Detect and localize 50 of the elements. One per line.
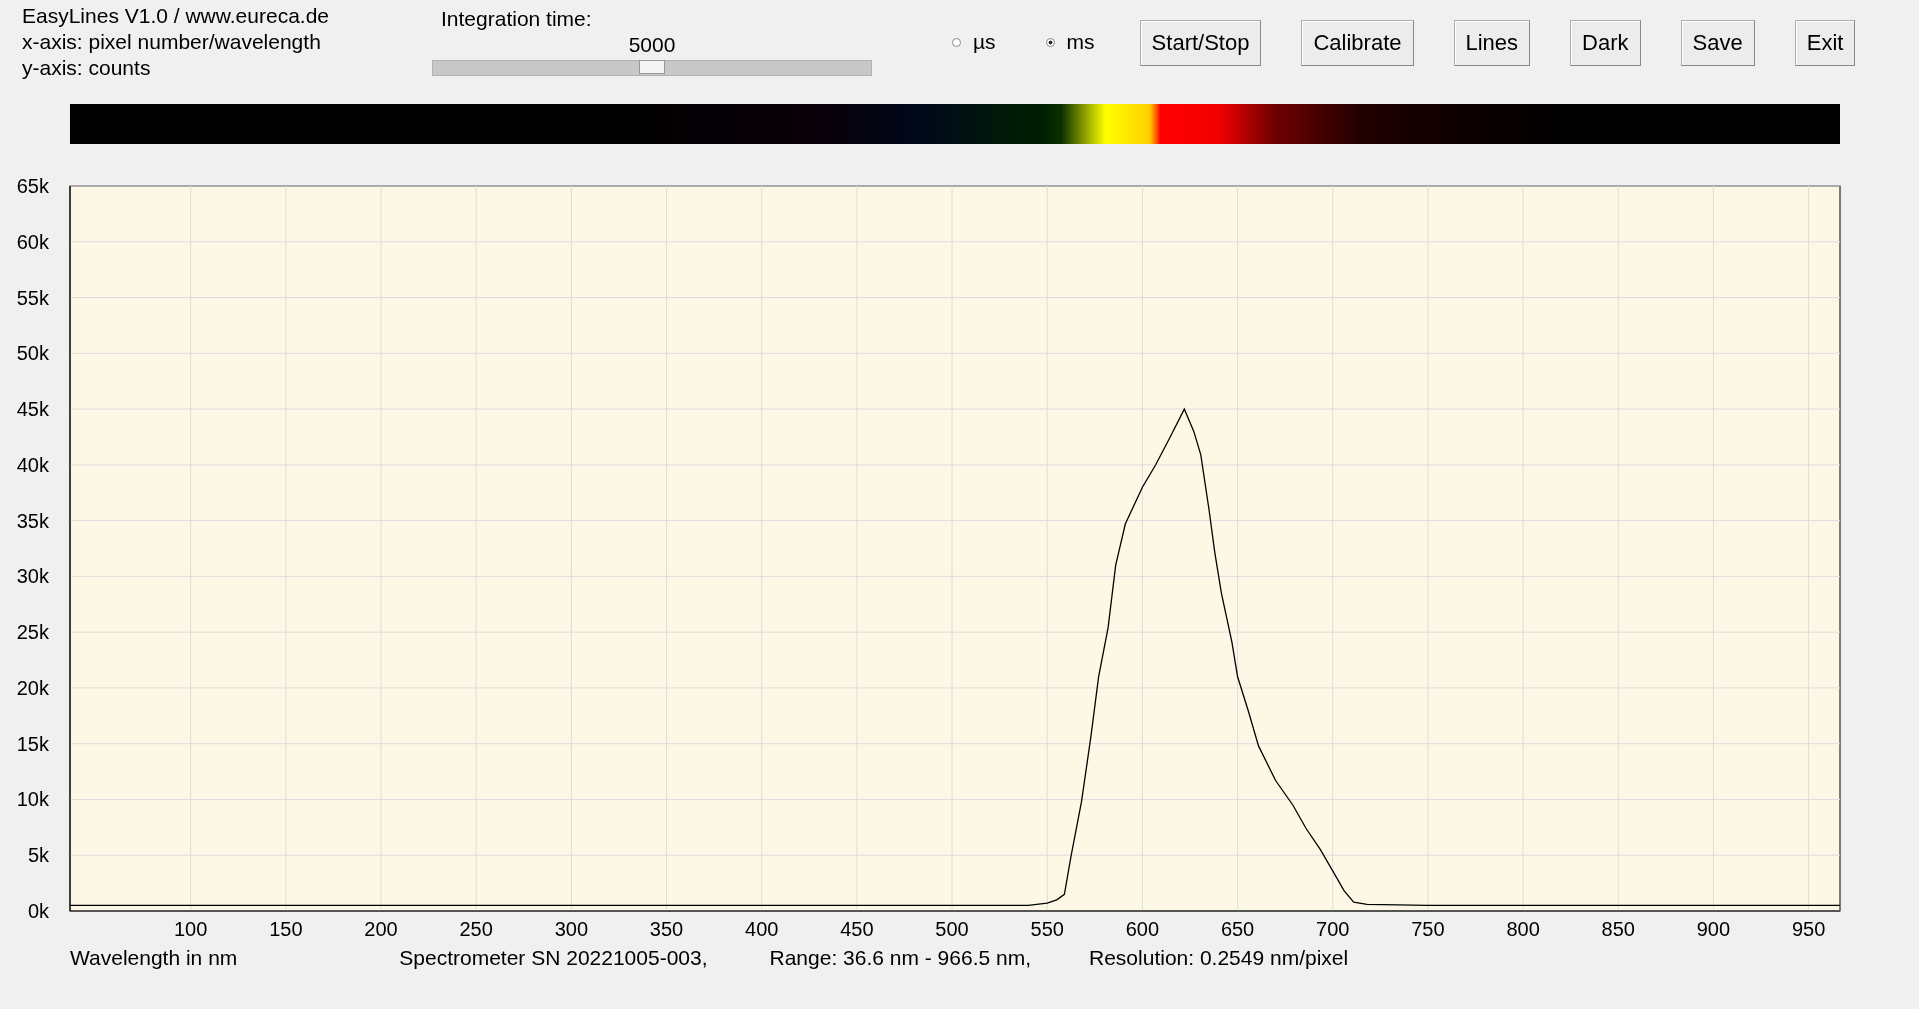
unit-radio[interactable]: ms [1045, 30, 1095, 54]
x-tick-label: 300 [554, 918, 589, 940]
y-tick-label: 0k [27, 900, 49, 922]
y-tick-label: 30k [16, 565, 49, 588]
x-tick-label: 900 [1696, 918, 1731, 940]
x-tick-label: 350 [649, 918, 684, 940]
x-tick-label: 500 [935, 918, 969, 940]
footer-text: Range: 36.6 nm - 966.5 nm, [769, 946, 1031, 971]
x-tick-label: 450 [840, 918, 874, 940]
x-tick-label: 800 [1506, 918, 1540, 940]
x-tick-label: 100 [174, 918, 208, 940]
x-tick-label: 700 [1316, 918, 1350, 940]
x-tick-label: 850 [1601, 918, 1635, 940]
info-text: y-axis: counts [22, 55, 152, 81]
x-tick-label: 950 [1791, 918, 1826, 940]
toolbar-button[interactable]: Lines [1453, 20, 1531, 66]
x-tick-label: 150 [269, 918, 303, 940]
toolbar-button[interactable]: Save [1680, 20, 1755, 66]
x-tick-label: 650 [1220, 918, 1255, 940]
footer-text: Spectrometer SN 20221005-003, [399, 946, 708, 971]
toolbar-button[interactable]: Calibrate [1301, 20, 1414, 66]
y-tick-label: 50k [16, 342, 49, 365]
x-tick-label: 250 [459, 918, 493, 940]
x-tick-label: 550 [1030, 918, 1064, 940]
toolbar-button[interactable]: Start/Stop [1139, 20, 1262, 66]
integration-time-value: 5000 [627, 32, 677, 58]
integration-time-label: Integration time: [440, 6, 593, 32]
footer-text: Wavelength in nm [70, 946, 238, 971]
y-tick-label: 45k [16, 398, 49, 421]
info-text: x-axis: pixel number/wavelength [22, 29, 322, 55]
y-tick-label: 40k [16, 453, 49, 476]
y-tick-label: 60k [16, 230, 49, 253]
x-tick-label: 600 [1125, 918, 1160, 940]
y-tick-label: 20k [16, 676, 49, 699]
toolbar-button[interactable]: Dark [1570, 20, 1641, 66]
x-tick-label: 200 [364, 918, 398, 940]
unit-radio[interactable]: µs [952, 30, 996, 54]
y-tick-label: 5k [27, 844, 49, 867]
x-tick-label: 400 [745, 918, 779, 940]
y-tick-label: 10k [16, 788, 49, 811]
y-tick-label: 55k [16, 286, 49, 309]
toolbar-button[interactable]: Exit [1794, 20, 1856, 66]
y-tick-label: 25k [16, 621, 49, 644]
y-tick-label: 35k [16, 509, 49, 532]
info-text: EasyLines V1.0 / www.eureca.de [22, 3, 330, 29]
y-tick-label: 65k [16, 175, 49, 197]
slider-thumb[interactable] [639, 60, 665, 74]
footer-text: Resolution: 0.2549 nm/pixel [1089, 946, 1349, 971]
x-tick-label: 750 [1411, 918, 1445, 940]
y-tick-label: 15k [16, 732, 49, 755]
